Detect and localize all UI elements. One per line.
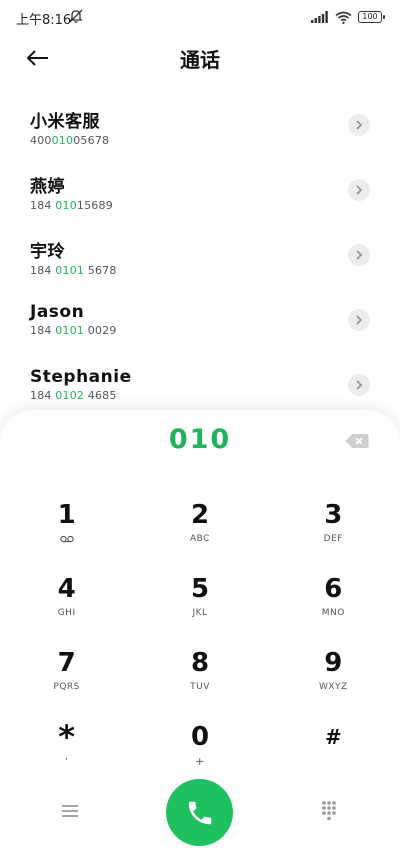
key-digit: * xyxy=(58,718,76,756)
dialer-bottom-bar xyxy=(0,778,400,848)
match-highlight: 0101 xyxy=(55,264,85,277)
contact-row[interactable]: 宇玲 184 0101 5678 xyxy=(0,227,400,292)
keypad-row: 7 PQRS 8 TUV 9 WXYZ xyxy=(0,636,400,710)
contact-row[interactable]: 燕婷 184 01015689 xyxy=(0,162,400,227)
key-letters: + xyxy=(195,755,205,768)
contact-number: 184 0101 5678 xyxy=(30,264,117,277)
key-digit: 1 xyxy=(57,500,76,530)
match-highlight: 0101 xyxy=(55,324,85,337)
contact-name: 宇玲 xyxy=(30,242,65,262)
chevron-right-icon xyxy=(356,250,363,260)
contact-detail-button[interactable] xyxy=(348,309,370,331)
contact-row[interactable]: Jason 184 0101 0029 xyxy=(0,292,400,357)
key-hash[interactable]: # xyxy=(267,710,400,784)
contact-detail-button[interactable] xyxy=(348,244,370,266)
signal-icon xyxy=(311,11,328,23)
header: 通话 xyxy=(0,34,400,82)
contact-number: 40001005678 xyxy=(30,134,110,147)
key-digit: # xyxy=(324,725,342,749)
key-8[interactable]: 8 TUV xyxy=(133,636,266,710)
key-letters: JKL xyxy=(192,608,208,618)
key-digit: 2 xyxy=(190,500,210,530)
contact-number: 184 0101 0029 xyxy=(30,324,117,337)
backspace-icon[interactable] xyxy=(344,432,370,450)
key-letters: , xyxy=(64,752,69,762)
key-digit: 5 xyxy=(190,574,210,604)
key-letters: WXYZ xyxy=(318,682,348,692)
key-digit: 9 xyxy=(324,648,343,678)
chevron-right-icon xyxy=(356,185,363,195)
dialpad-icon[interactable] xyxy=(321,800,337,822)
contact-name: Stephanie xyxy=(30,367,132,387)
status-bar: 上午8:16 100 xyxy=(0,0,400,34)
key-digit: 7 xyxy=(57,648,76,678)
key-digit: 3 xyxy=(324,500,343,530)
phone-icon xyxy=(188,801,211,824)
chevron-right-icon xyxy=(356,380,363,390)
match-highlight: 010 xyxy=(55,199,77,212)
voicemail-icon xyxy=(60,535,74,543)
contact-name: 小米客服 xyxy=(30,112,100,132)
match-highlight: 010 xyxy=(51,134,74,147)
dialed-number[interactable]: 010 xyxy=(0,424,400,455)
key-digit: 6 xyxy=(324,574,343,604)
key-digit: 0 xyxy=(190,722,210,752)
key-9[interactable]: 9 WXYZ xyxy=(267,636,400,710)
key-letters: TUV xyxy=(190,682,210,692)
contact-number: 184 0102 4685 xyxy=(30,389,117,402)
keypad-row: 1 2 ABC 3 DEF xyxy=(0,488,400,562)
key-star[interactable]: * , xyxy=(0,710,133,784)
contact-name: 燕婷 xyxy=(30,177,65,197)
status-time: 上午8:16 xyxy=(16,13,72,28)
key-letters: PQRS xyxy=(53,682,80,692)
key-0[interactable]: 0 + xyxy=(133,710,266,784)
chevron-right-icon xyxy=(356,315,363,325)
key-1[interactable]: 1 xyxy=(0,488,133,562)
contact-list: 小米客服 40001005678 燕婷 184 01015689 宇玲 184 … xyxy=(0,97,400,422)
contact-row[interactable]: 小米客服 40001005678 xyxy=(0,97,400,162)
wifi-icon xyxy=(335,11,352,24)
key-3[interactable]: 3 DEF xyxy=(267,488,400,562)
keypad: 1 2 ABC 3 DEF 4 GHI 5 JKL 6 MNO 7 PQRS 8… xyxy=(0,488,400,784)
key-letters: ABC xyxy=(190,534,210,544)
key-4[interactable]: 4 GHI xyxy=(0,562,133,636)
contact-detail-button[interactable] xyxy=(348,114,370,136)
match-highlight: 0102 xyxy=(55,389,85,402)
contact-detail-button[interactable] xyxy=(348,374,370,396)
call-button[interactable] xyxy=(166,779,233,846)
keypad-row: * , 0 + # xyxy=(0,710,400,784)
keypad-row: 4 GHI 5 JKL 6 MNO xyxy=(0,562,400,636)
notification-mute-icon xyxy=(69,9,83,23)
contact-detail-button[interactable] xyxy=(348,179,370,201)
key-6[interactable]: 6 MNO xyxy=(267,562,400,636)
key-letters: MNO xyxy=(321,608,345,618)
key-2[interactable]: 2 ABC xyxy=(133,488,266,562)
key-5[interactable]: 5 JKL xyxy=(133,562,266,636)
battery-icon: 100 xyxy=(358,11,385,23)
key-digit: 8 xyxy=(190,648,210,678)
menu-icon[interactable] xyxy=(61,803,79,819)
contact-number: 184 01015689 xyxy=(30,199,113,212)
dialer-panel: 010 1 2 ABC 3 DEF 4 GHI 5 JKL 6 MNO 7 PQ… xyxy=(0,410,400,866)
key-letters: GHI xyxy=(57,608,76,618)
status-icons: 100 xyxy=(311,9,385,25)
key-digit: 4 xyxy=(57,574,76,604)
key-7[interactable]: 7 PQRS xyxy=(0,636,133,710)
key-letters: DEF xyxy=(323,534,343,544)
chevron-right-icon xyxy=(356,120,363,130)
contact-name: Jason xyxy=(30,302,85,322)
page-title: 通话 xyxy=(180,48,220,72)
